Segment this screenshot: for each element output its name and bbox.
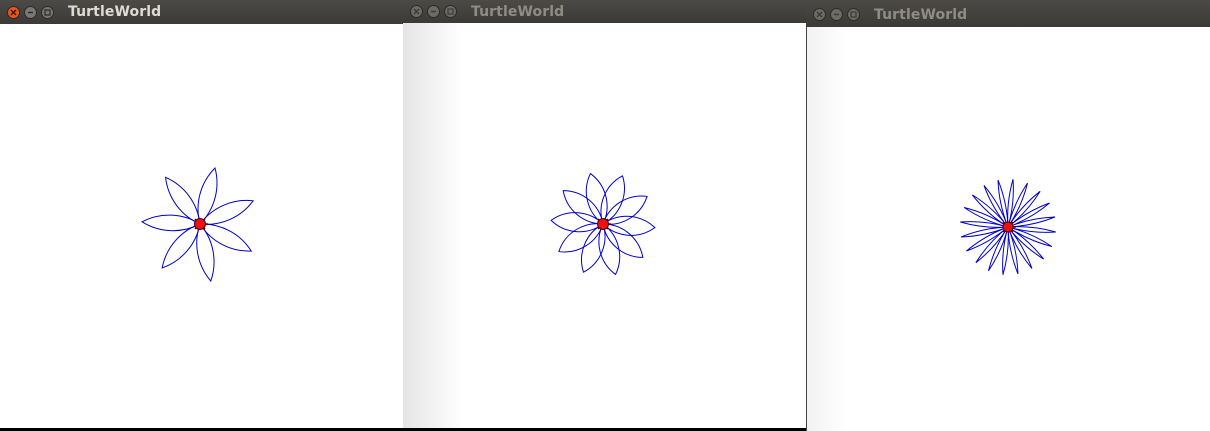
maximize-icon[interactable]: [444, 5, 457, 18]
turtleworld-window-2: TurtleWorld: [403, 0, 806, 428]
window-titlebar[interactable]: TurtleWorld: [403, 0, 806, 23]
turtle-icon[interactable]: [194, 218, 209, 230]
flower-petal: [196, 223, 215, 282]
turtleworld-window-3: TurtleWorld: [806, 0, 1210, 431]
turtle-canvas[interactable]: [806, 27, 1210, 431]
window-title: TurtleWorld: [874, 6, 968, 23]
window-controls: [7, 5, 54, 19]
close-icon[interactable]: [410, 5, 423, 18]
close-icon[interactable]: [7, 5, 20, 19]
turtle-canvas[interactable]: [0, 24, 403, 428]
window-titlebar[interactable]: TurtleWorld: [0, 0, 403, 24]
flower-petal: [598, 223, 621, 276]
maximize-icon[interactable]: [41, 5, 54, 19]
window-title: TurtleWorld: [471, 3, 565, 20]
flower-drawing: [960, 179, 1056, 275]
flower-petal: [199, 199, 255, 225]
close-icon[interactable]: [813, 8, 826, 21]
maximize-icon[interactable]: [847, 8, 860, 21]
window-title: TurtleWorld: [68, 4, 162, 20]
flower-petal: [585, 172, 608, 225]
turtle-canvas[interactable]: [403, 23, 806, 428]
minimize-icon[interactable]: [24, 5, 37, 19]
window-controls: [813, 8, 860, 21]
window-controls: [410, 5, 457, 18]
turtleworld-window-1: TurtleWorld: [0, 0, 403, 428]
flower-drawing: [550, 172, 656, 276]
minimize-icon[interactable]: [830, 8, 843, 21]
flower-drawing: [141, 167, 255, 282]
flower-petal: [199, 223, 253, 252]
window-titlebar[interactable]: TurtleWorld: [806, 0, 1210, 27]
minimize-icon[interactable]: [427, 5, 440, 18]
